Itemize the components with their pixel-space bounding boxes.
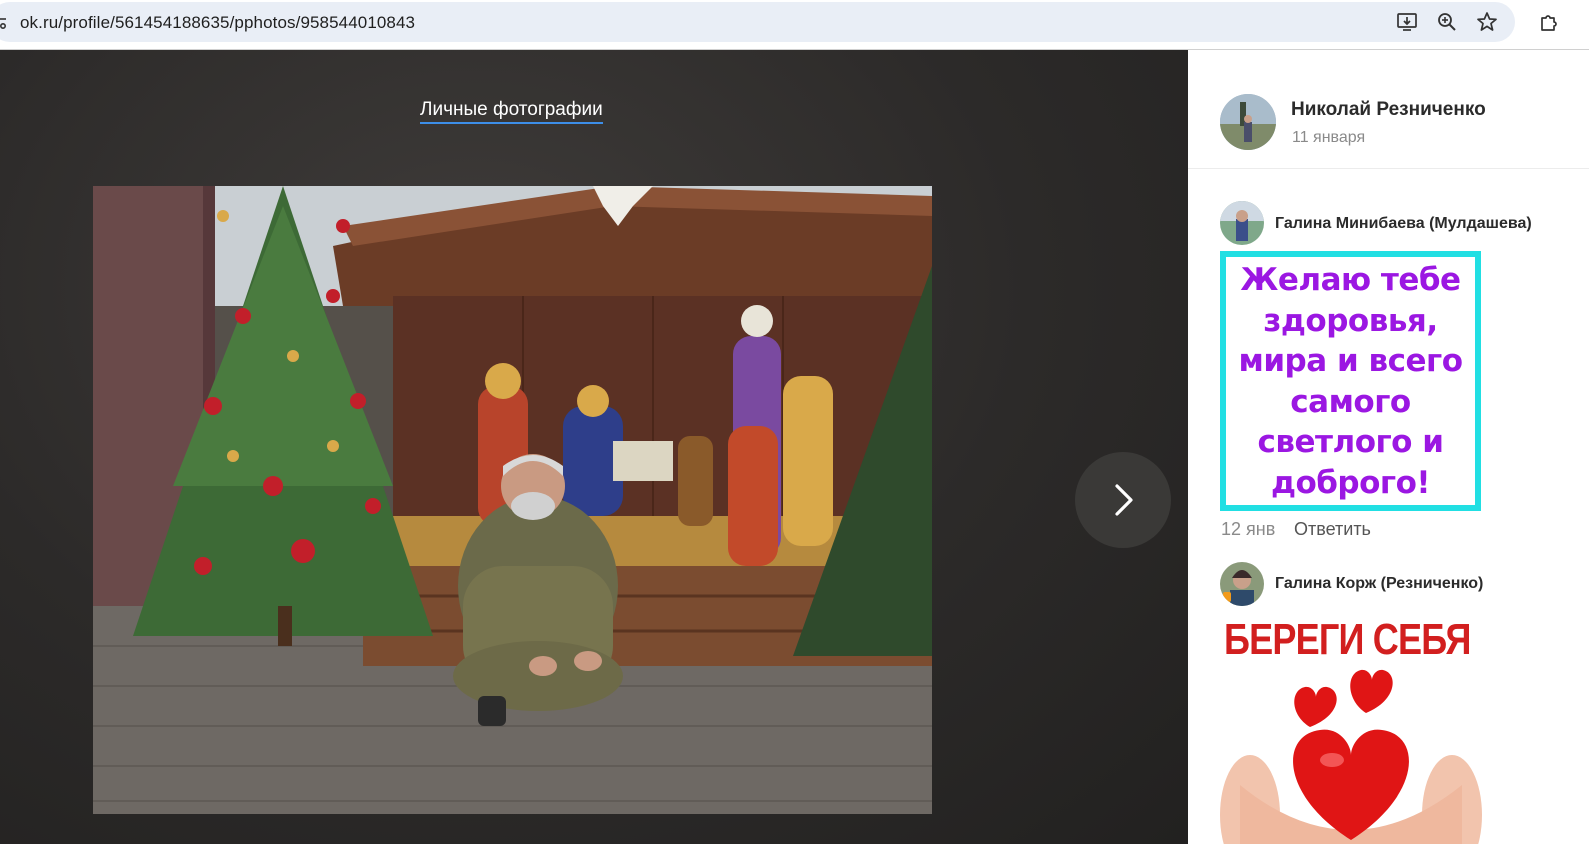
comments-panel: Николай Резниченко 11 января Галина Мини… xyxy=(1188,50,1589,844)
chevron-right-icon xyxy=(1115,484,1133,516)
extensions-icon[interactable] xyxy=(1537,10,1561,34)
card-text-line: доброго! xyxy=(1270,464,1431,501)
card-text-line: светлого и xyxy=(1257,424,1445,460)
card-text-line: Желаю тебе xyxy=(1240,262,1461,298)
browser-toolbar: ok.ru/profile/561454188635/pphotos/95854… xyxy=(0,0,1589,50)
divider xyxy=(1188,168,1589,169)
card-text-line: здоровья, xyxy=(1263,302,1438,339)
install-app-icon[interactable] xyxy=(1395,10,1419,34)
comment-avatar[interactable] xyxy=(1220,562,1264,606)
heart-hands-image xyxy=(1220,669,1482,844)
author-avatar[interactable] xyxy=(1220,94,1276,150)
card-text-line: мира и всего xyxy=(1238,343,1464,379)
comment-date: 12 янв xyxy=(1221,519,1276,539)
next-photo-button[interactable] xyxy=(1075,452,1171,548)
comment-author-name[interactable]: Галина Минибаева (Мулдашева) xyxy=(1275,215,1532,233)
reply-button[interactable]: Ответить xyxy=(1294,519,1371,540)
comment-author-name[interactable]: Галина Корж (Резниченко) xyxy=(1275,575,1483,593)
card-text-line: самого xyxy=(1290,383,1411,420)
greeting-card-image[interactable]: Желаю тебе здоровья, мира и всего самого… xyxy=(1220,251,1481,511)
url-text[interactable]: ok.ru/profile/561454188635/pphotos/95854… xyxy=(20,13,415,33)
photo-image[interactable] xyxy=(93,186,932,814)
zoom-icon[interactable] xyxy=(1435,10,1459,34)
card-text: БЕРЕГИ СЕБЯ xyxy=(1224,615,1471,664)
bookmark-star-icon[interactable] xyxy=(1475,10,1499,34)
post-date: 11 января xyxy=(1292,129,1366,146)
site-info-icon[interactable] xyxy=(0,14,8,32)
album-link[interactable]: Личные фотографии xyxy=(420,99,603,124)
post-author-name[interactable]: Николай Резниченко xyxy=(1291,99,1486,121)
comment-avatar[interactable] xyxy=(1220,201,1264,245)
address-bar[interactable]: ok.ru/profile/561454188635/pphotos/95854… xyxy=(0,2,1515,42)
photo-viewer: Личные фотографии xyxy=(0,50,1188,844)
greeting-card-image[interactable]: БЕРЕГИ СЕБЯ xyxy=(1220,615,1482,844)
